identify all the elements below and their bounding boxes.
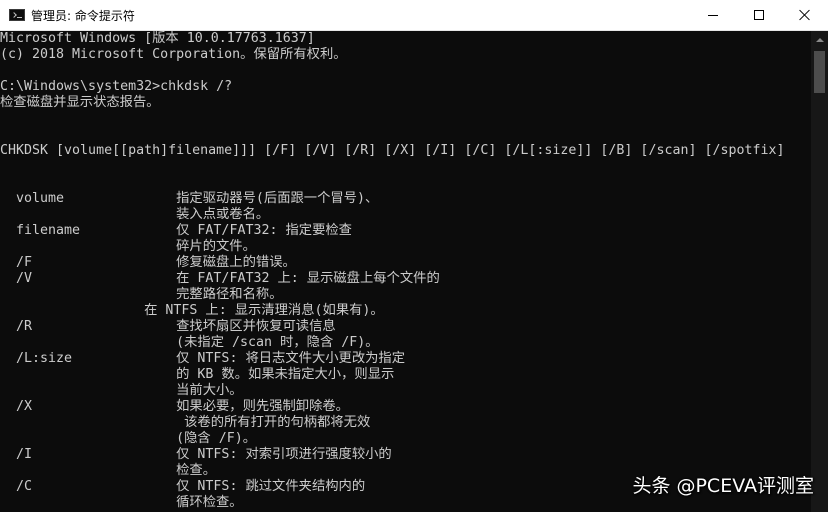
- console-line: (未指定 /scan 时，隐含 /F)。: [0, 335, 379, 350]
- console-line: 的 KB 数。如果未指定大小，则显示: [0, 367, 395, 382]
- console-line: /I 仅 NTFS: 对索引项进行强度较小的: [0, 447, 392, 462]
- minimize-icon: [708, 14, 718, 16]
- maximize-icon: [754, 10, 764, 20]
- console-line: 碎片的文件。: [0, 239, 256, 254]
- command-prompt-window: 管理员: 命令提示符 Microsoft Windows [版本 10.0.17…: [0, 0, 828, 512]
- console-line: (隐含 /F)。: [0, 431, 257, 446]
- minimize-button[interactable]: [690, 0, 736, 30]
- console-line: C:\Windows\system32>chkdsk /?: [0, 79, 233, 94]
- close-button[interactable]: [782, 0, 828, 30]
- console-line: CHKDSK [volume[[path]filename]]] [/F] [/…: [0, 143, 785, 158]
- title-bar[interactable]: 管理员: 命令提示符: [0, 0, 828, 31]
- vertical-scrollbar[interactable]: [811, 31, 828, 512]
- console-line: /X 如果必要，则先强制卸除卷。: [0, 399, 349, 414]
- maximize-button[interactable]: [736, 0, 782, 30]
- console-output[interactable]: Microsoft Windows [版本 10.0.17763.1637] (c…: [0, 31, 811, 512]
- console-line: 在 NTFS 上: 显示清理消息(如果有)。: [0, 303, 384, 318]
- console-line: 完整路径和名称。: [0, 287, 283, 302]
- console-line: volume 指定驱动器号(后面跟一个冒号)、: [0, 191, 379, 206]
- console-line: filename 仅 FAT/FAT32: 指定要检查: [0, 223, 352, 238]
- console-line: 当前大小。: [0, 383, 243, 398]
- scroll-up-button[interactable]: [811, 31, 828, 48]
- cmd-icon[interactable]: [9, 9, 25, 21]
- watermark-text: 头条 @PCEVA评测室: [632, 475, 814, 497]
- console-line: /F 修复磁盘上的错误。: [0, 255, 296, 270]
- console-line: Microsoft Windows [版本 10.0.17763.1637]: [0, 31, 315, 46]
- console-line: /R 查找坏扇区并恢复可读信息: [0, 319, 336, 334]
- console-line: 该卷的所有打开的句柄都将无效: [0, 415, 371, 430]
- console-line: /V 在 FAT/FAT32 上: 显示磁盘上每个文件的: [0, 271, 440, 286]
- console-line: 检查磁盘并显示状态报告。: [0, 95, 160, 110]
- scroll-thumb[interactable]: [814, 51, 825, 93]
- console-line: /L:size 仅 NTFS: 将日志文件大小更改为指定: [0, 351, 406, 366]
- console-line: 装入点或卷名。: [0, 207, 270, 222]
- console-line: (c) 2018 Microsoft Corporation。保留所有权利。: [0, 47, 347, 62]
- arrow-up-icon: [815, 37, 824, 42]
- window-title: 管理员: 命令提示符: [31, 8, 135, 23]
- close-icon: [799, 9, 811, 21]
